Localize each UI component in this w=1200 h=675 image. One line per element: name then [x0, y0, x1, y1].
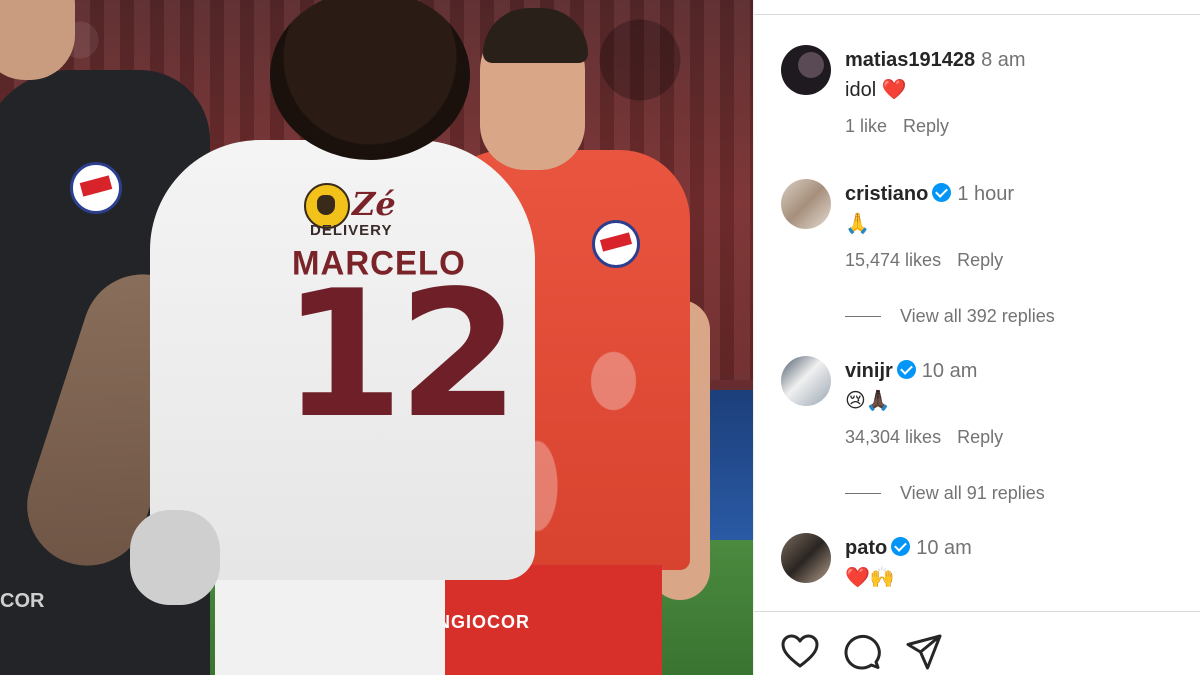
comment-username[interactable]: cristiano	[845, 183, 928, 205]
like-count[interactable]: 15,474 likes	[845, 250, 941, 270]
comment-time: 1 hour	[957, 183, 1015, 205]
view-replies-row[interactable]: View all 91 replies	[845, 480, 1200, 506]
comment-time: 10 am	[921, 360, 978, 382]
reply-button[interactable]: Reply	[957, 250, 1003, 270]
verified-badge-icon	[896, 360, 916, 379]
comment-time: 10 am	[916, 537, 972, 559]
sponsor-subtitle: DELIVERY	[310, 222, 393, 239]
comment-icon[interactable]	[842, 632, 882, 672]
view-replies-row[interactable]: View all 392 replies	[845, 303, 1200, 329]
replies-dash	[845, 492, 881, 494]
comment-emoji: 😢🙏🏿	[845, 390, 891, 412]
avatar[interactable]	[781, 179, 831, 229]
sponsor-name: Zé	[352, 185, 396, 223]
red-shorts-text: NGIOCOR	[437, 612, 531, 632]
comments-list[interactable]: matias191428 8 am idol ❤️ 1 like Reply cri…	[754, 0, 1200, 610]
post-actions	[780, 632, 966, 672]
jersey-number: 12	[282, 254, 520, 457]
divider	[754, 611, 1200, 612]
reply-button[interactable]: Reply	[903, 116, 949, 136]
view-replies-link[interactable]: View all 91 replies	[900, 480, 1045, 506]
comment-emoji: ❤️	[881, 79, 907, 101]
avatar[interactable]	[781, 45, 831, 95]
club-badge	[70, 162, 122, 214]
verified-badge-icon	[932, 183, 952, 202]
reply-button[interactable]: Reply	[957, 427, 1003, 447]
avatar[interactable]	[781, 533, 831, 583]
comment-emoji: 🙏	[845, 213, 870, 235]
comment-emoji: ❤️🙌	[845, 567, 895, 589]
comment-text: idol	[845, 79, 877, 101]
view-replies-link[interactable]: View all 392 replies	[900, 303, 1055, 329]
heart-icon[interactable]	[780, 632, 820, 672]
like-count[interactable]: 1 like	[845, 116, 887, 136]
verified-badge-icon	[891, 537, 911, 556]
comment-username[interactable]: pato	[845, 537, 887, 559]
club-badge	[592, 220, 640, 268]
avatar[interactable]	[781, 356, 831, 406]
comment-username[interactable]: vinijr	[845, 360, 893, 382]
keeper-shorts-text: COR	[0, 590, 45, 612]
share-icon[interactable]	[904, 632, 944, 672]
comment-username[interactable]: matias191428	[845, 49, 975, 71]
comment-time: 8 am	[981, 49, 1026, 71]
comments-panel: matias191428 8 am idol ❤️ 1 like Reply cri…	[753, 0, 1200, 675]
replies-dash	[845, 315, 881, 317]
post-photo[interactable]: COR NGIOCOR Zé DELIVERY MARCELO 12	[0, 0, 753, 675]
goalkeeper-glove	[130, 510, 220, 605]
like-count[interactable]: 34,304 likes	[845, 427, 941, 447]
